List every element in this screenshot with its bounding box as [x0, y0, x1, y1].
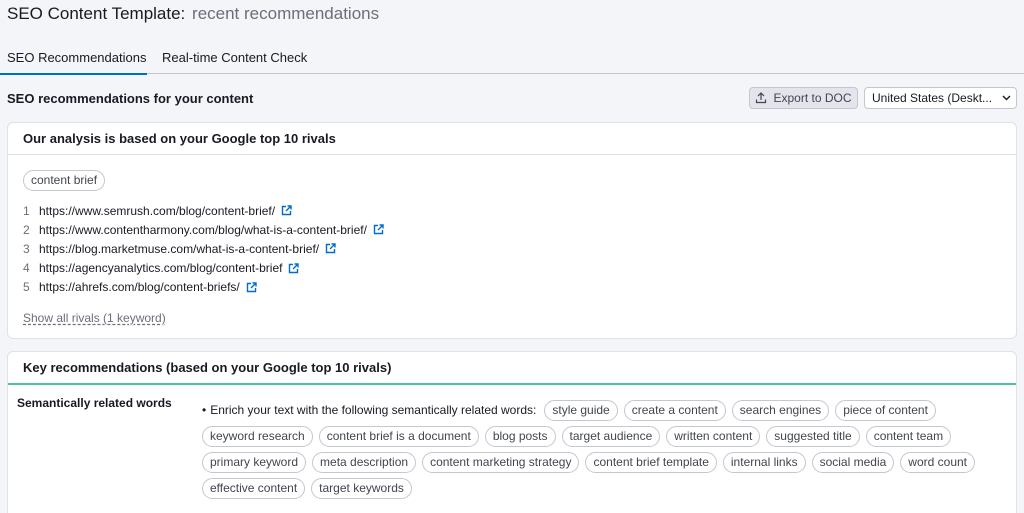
semantic-words-row: • Enrich your text with the following sem…	[202, 397, 992, 423]
country-device-value: United States (Deskt...	[872, 91, 993, 105]
rival-url: https://blog.marketmuse.com/what-is-a-co…	[39, 241, 320, 256]
export-to-doc-label: Export to DOC	[773, 91, 852, 105]
external-link-icon[interactable]	[281, 205, 292, 216]
semantic-words-intro-text: Enrich your text with the following sema…	[210, 403, 537, 417]
external-link-icon[interactable]	[288, 262, 300, 274]
semantic-word-pill[interactable]: meta description	[312, 451, 417, 473]
external-link-icon[interactable]	[246, 282, 257, 293]
rival-rank: 1	[23, 203, 30, 218]
rival-url: https://ahrefs.com/blog/content-briefs/	[39, 280, 240, 295]
rival-url: https://www.semrush.com/blog/content-bri…	[39, 203, 276, 218]
rival-url: https://agencyanalytics.com/blog/content…	[39, 261, 283, 276]
semantic-word-pill[interactable]: keyword research	[202, 425, 313, 447]
semantic-word-pill[interactable]: piece of content	[835, 399, 936, 421]
tab-bar: SEO Recommendations Real-time Content Ch…	[0, 48, 1024, 75]
semantic-word-pill[interactable]: content brief is a document	[318, 425, 479, 447]
page: SEO Content Template: recent recommendat…	[0, 0, 1024, 513]
semantic-word-pill[interactable]: content team	[865, 425, 952, 447]
page-title: SEO Content Template: recent recommendat…	[7, 4, 379, 24]
semantic-word-pill[interactable]: written content	[666, 425, 761, 447]
semantic-words-area: • Enrich your text with the following sem…	[202, 397, 992, 501]
semantic-word-pill[interactable]: target keywords	[311, 477, 412, 499]
semantic-word-pill[interactable]: blog posts	[484, 425, 556, 447]
semantic-word-pill[interactable]: primary keyword	[202, 451, 307, 473]
semantic-word-pill[interactable]: search engines	[731, 399, 830, 421]
rival-item: 5 https://ahrefs.com/blog/content-briefs…	[23, 278, 523, 297]
rival-item: 4 https://agencyanalytics.com/blog/conte…	[23, 259, 523, 278]
semantic-words-row: effective content target keywords	[202, 475, 992, 501]
semantic-word-pill[interactable]: target audience	[561, 425, 661, 447]
semantic-word-pill[interactable]: effective content	[202, 477, 306, 499]
tab-seo-recommendations[interactable]: SEO Recommendations	[0, 50, 148, 75]
tab-real-time-content-check[interactable]: Real-time Content Check	[162, 50, 307, 74]
semantic-word-pill[interactable]: internal links	[722, 451, 806, 473]
rivals-card: Our analysis is based on your Google top…	[7, 122, 1017, 339]
rival-item: 3 https://blog.marketmuse.com/what-is-a-…	[23, 239, 523, 258]
semantic-word-pill[interactable]: suggested title	[766, 425, 860, 447]
keyword-pill[interactable]: content brief	[23, 170, 106, 191]
rival-item: 2 https://www.contentharmony.com/blog/wh…	[23, 220, 523, 239]
semantic-words-row: keyword research content brief is a docu…	[202, 423, 992, 449]
chevron-down-icon	[996, 95, 1016, 101]
external-link-icon[interactable]	[373, 224, 384, 235]
rival-rank: 3	[23, 241, 30, 256]
semantic-words-intro: • Enrich your text with the following sem…	[202, 403, 536, 417]
rivals-list: 1 https://www.semrush.com/blog/content-b…	[23, 201, 523, 299]
key-recommendations-card: Key recommendations (based on your Googl…	[7, 351, 1017, 513]
upload-icon	[756, 92, 767, 104]
semantic-word-pill[interactable]: social media	[811, 451, 895, 473]
show-all-rivals-link[interactable]: Show all rivals (1 keyword)	[23, 311, 166, 325]
rivals-card-title: Our analysis is based on your Google top…	[8, 123, 1016, 155]
semantic-word-pill[interactable]: word count	[900, 451, 975, 473]
semantic-word-pill[interactable]: content brief template	[585, 451, 717, 473]
semantic-words-row: primary keyword meta description content…	[202, 449, 992, 475]
rival-item: 1 https://www.semrush.com/blog/content-b…	[23, 201, 523, 220]
rival-rank: 4	[23, 261, 30, 276]
export-to-doc-button[interactable]: Export to DOC	[749, 87, 858, 109]
semantic-word-pill[interactable]: style guide	[544, 399, 618, 421]
semantic-word-pill[interactable]: create a content	[623, 399, 726, 421]
rival-url: https://www.contentharmony.com/blog/what…	[39, 222, 367, 237]
page-title-subtitle: recent recommendations	[192, 4, 380, 23]
country-device-select[interactable]: United States (Deskt...	[864, 87, 1017, 109]
bullet-icon: •	[202, 403, 207, 417]
rival-rank: 5	[23, 280, 30, 295]
external-link-icon[interactable]	[325, 243, 336, 254]
page-title-main: SEO Content Template:	[7, 4, 186, 23]
section-title: SEO recommendations for your content	[7, 91, 254, 106]
semantic-word-pill[interactable]: content marketing strategy	[422, 451, 580, 473]
semantic-words-label: Semantically related words	[17, 396, 172, 410]
key-recommendations-title: Key recommendations (based on your Googl…	[8, 352, 1016, 385]
rival-rank: 2	[23, 222, 30, 237]
